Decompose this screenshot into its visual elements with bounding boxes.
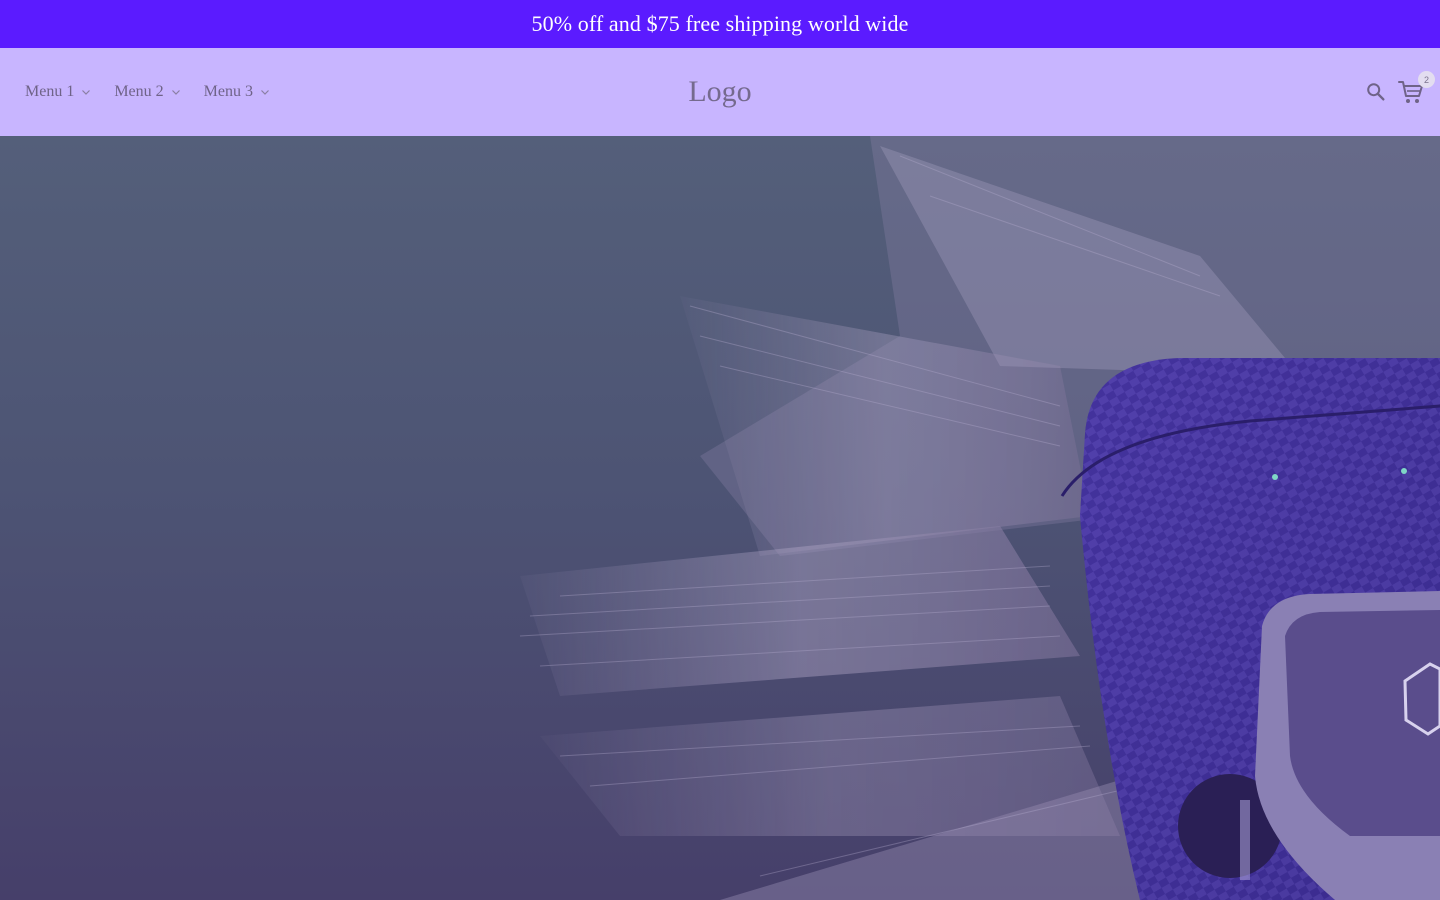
nav-menu-3-label: Menu 3	[203, 83, 253, 100]
announcement-bar: 50% off and $75 free shipping world wide	[0, 0, 1440, 48]
header-actions: 2	[1364, 48, 1435, 136]
cart-count-badge: 2	[1418, 71, 1435, 88]
cart-button[interactable]: 2	[1398, 71, 1435, 104]
nav-menu-1[interactable]: Menu 1	[25, 83, 92, 101]
nav-menu-2-label: Menu 2	[114, 83, 164, 100]
search-button[interactable]	[1364, 80, 1388, 104]
chevron-down-icon	[170, 86, 182, 98]
chevron-down-icon	[259, 86, 271, 98]
nav-menu-2[interactable]: Menu 2	[114, 83, 181, 101]
site-logo[interactable]: Logo	[688, 75, 751, 109]
site-header: Menu 1 Menu 2 Menu 3 Logo 2	[0, 48, 1440, 136]
search-icon	[1367, 83, 1385, 101]
main-nav: Menu 1 Menu 2 Menu 3	[25, 48, 293, 136]
announcement-text: 50% off and $75 free shipping world wide	[531, 11, 909, 36]
nav-menu-3[interactable]: Menu 3	[204, 83, 271, 101]
hero-banner	[0, 136, 1440, 900]
hero-image	[519, 136, 1440, 900]
chevron-down-icon	[80, 86, 92, 98]
nav-menu-1-label: Menu 1	[25, 83, 75, 100]
